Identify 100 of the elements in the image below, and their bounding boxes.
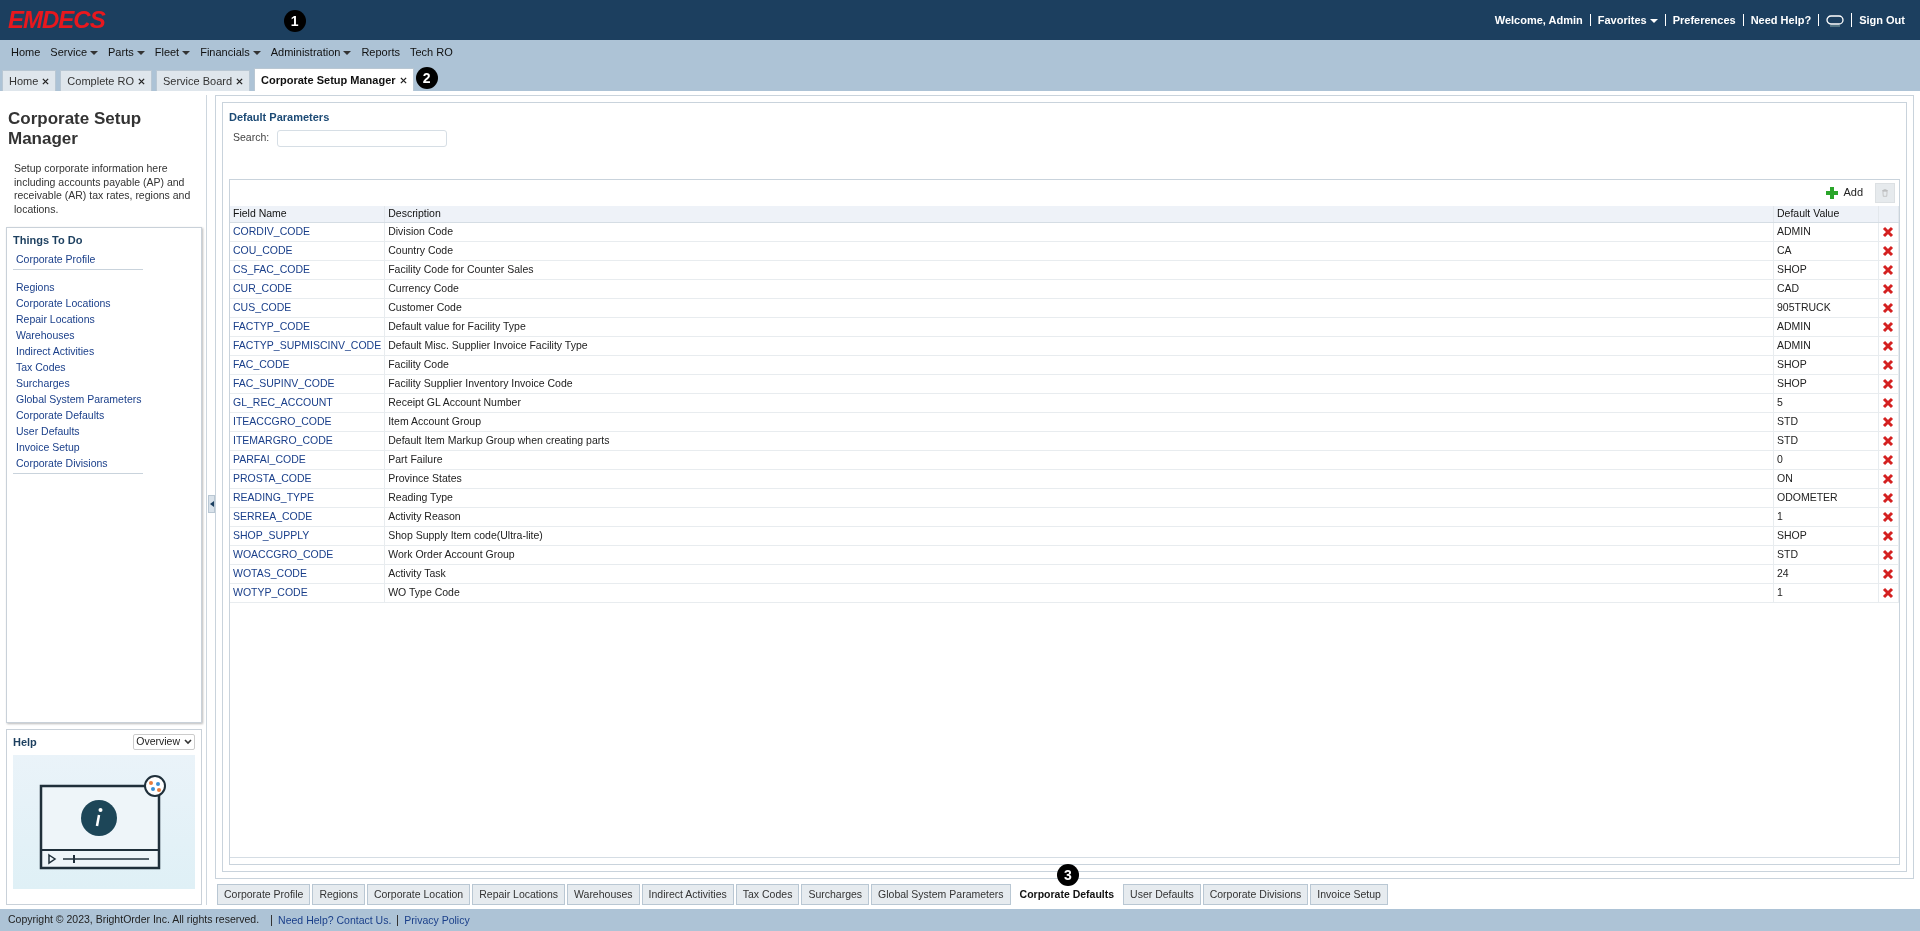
tab[interactable]: Corporate Location xyxy=(366,884,471,905)
delete-icon[interactable] xyxy=(1882,264,1894,277)
default-value-cell: STD xyxy=(1773,545,1879,565)
sidebar-link[interactable]: Surcharges xyxy=(13,374,143,391)
field-name-cell: CS_FAC_CODE xyxy=(230,260,385,280)
search-field[interactable] xyxy=(277,129,448,147)
delete-icon[interactable] xyxy=(1882,416,1894,429)
menu-item[interactable]: Reports xyxy=(356,44,405,61)
close-icon[interactable] xyxy=(399,76,407,84)
field-name-cell: FAC_SUPINV_CODE xyxy=(230,374,385,394)
tab[interactable]: Corporate Setup Manager xyxy=(254,68,414,91)
overview-select[interactable]: Overview xyxy=(133,734,195,751)
close-icon[interactable] xyxy=(138,77,145,85)
sidebar-link[interactable]: User Defaults xyxy=(13,422,143,439)
default-value-cell: STD xyxy=(1773,431,1879,451)
delete-icon[interactable] xyxy=(1882,454,1894,467)
delete-icon[interactable] xyxy=(1882,359,1894,372)
default-value-cell: CA xyxy=(1773,241,1879,261)
default-value-cell: 0 xyxy=(1773,450,1879,470)
sidebar-link[interactable]: Global System Parameters xyxy=(13,390,143,407)
header-link[interactable]: Sign Out xyxy=(1852,14,1912,26)
delete-icon[interactable] xyxy=(1882,378,1894,391)
delete-icon[interactable] xyxy=(1882,435,1894,448)
add-button[interactable]: Add xyxy=(1821,184,1867,201)
description-cell: Currency Code xyxy=(384,279,1774,299)
sidebar-link[interactable]: Corporate Profile xyxy=(13,250,143,267)
delete-icon[interactable] xyxy=(1882,321,1894,334)
tab[interactable]: Tax Codes xyxy=(735,884,800,905)
tab[interactable]: Repair Locations xyxy=(472,884,565,905)
sidebar-link[interactable]: Corporate Locations xyxy=(13,294,143,311)
delete-icon[interactable] xyxy=(1882,511,1894,524)
menu-item[interactable]: Home xyxy=(6,44,46,61)
tab[interactable]: Service Board xyxy=(156,70,251,91)
delete-icon[interactable] xyxy=(1882,492,1894,505)
header-link[interactable]: Preferences xyxy=(1665,14,1744,26)
description-text: Setup corporate information here including accounts payable (AP) and receivable (AR) tax rates, regions and locations. xyxy=(14,162,192,217)
sidebar-link[interactable]: Repair Locations xyxy=(13,310,143,327)
description-cell: Receipt GL Account Number xyxy=(384,393,1774,413)
delete-icon[interactable] xyxy=(1882,587,1894,600)
delete-icon[interactable] xyxy=(1882,302,1894,315)
delete-icon[interactable] xyxy=(1882,568,1894,581)
description-cell: Default Misc. Supplier Invoice Facility Type xyxy=(384,336,1774,356)
default-value-cell: 905TRUCK xyxy=(1773,298,1879,318)
collapse-handle[interactable] xyxy=(208,495,215,513)
field-name-cell: FAC_CODE xyxy=(230,355,385,375)
menu-item[interactable]: Tech RO xyxy=(404,44,458,61)
close-icon[interactable] xyxy=(236,77,244,85)
delete-icon[interactable] xyxy=(1882,245,1894,258)
menu-item[interactable]: Parts xyxy=(103,44,150,61)
delete-icon[interactable] xyxy=(1882,226,1894,239)
sidebar-link[interactable]: Regions xyxy=(13,278,143,295)
tab[interactable]: Regions xyxy=(312,884,365,905)
sidebar-link[interactable]: Indirect Activities xyxy=(13,342,143,359)
description-cell: Shop Supply Item code(Ultra-lite) xyxy=(384,526,1774,546)
favorites-menu[interactable]: Favorites xyxy=(1590,14,1666,26)
default-value-cell: SHOP xyxy=(1773,355,1879,375)
menu-item[interactable]: Fleet xyxy=(149,44,196,61)
header-link[interactable]: Need Help? xyxy=(1743,14,1820,26)
callout-marker: 2 xyxy=(415,67,438,89)
field-name-cell: SHOP_SUPPLY xyxy=(230,526,385,546)
description-cell: Country Code xyxy=(384,241,1774,261)
tab[interactable]: Global System Parameters xyxy=(871,884,1011,905)
sidebar-link[interactable]: Tax Codes xyxy=(13,358,143,375)
sidebar-link[interactable]: Corporate Defaults xyxy=(13,406,143,423)
default-value-cell: ODOMETER xyxy=(1773,488,1879,508)
tab[interactable]: User Defaults xyxy=(1123,884,1201,905)
delete-icon[interactable] xyxy=(1882,530,1894,543)
callout-marker: 3 xyxy=(1056,864,1079,886)
chat-icon[interactable] xyxy=(1826,14,1845,27)
default-value-cell: ON xyxy=(1773,469,1879,489)
field-name-cell: PROSTA_CODE xyxy=(230,469,385,489)
tab[interactable]: Corporate Divisions xyxy=(1202,884,1309,905)
footer-link[interactable]: Privacy Policy xyxy=(397,914,476,926)
delete-icon[interactable] xyxy=(1882,340,1894,353)
tab[interactable]: Surcharges xyxy=(801,884,870,905)
field-name-cell: WOACCGRO_CODE xyxy=(230,545,385,565)
tab[interactable]: Indirect Activities xyxy=(641,884,734,905)
default-value-cell: STD xyxy=(1773,412,1879,432)
delete-icon[interactable] xyxy=(1882,473,1894,486)
column-header: Description xyxy=(384,205,1774,223)
default-value-cell: CAD xyxy=(1773,279,1879,299)
sidebar-link[interactable]: Warehouses xyxy=(13,326,143,343)
tab[interactable]: Home xyxy=(2,70,57,91)
tab[interactable]: Warehouses xyxy=(567,884,640,905)
tab[interactable]: Corporate Profile xyxy=(217,884,311,905)
delete-icon[interactable] xyxy=(1882,283,1894,296)
close-icon[interactable] xyxy=(42,77,50,85)
delete-icon[interactable] xyxy=(1882,397,1894,410)
description-cell: Division Code xyxy=(384,222,1774,242)
menu-item[interactable]: Service xyxy=(45,44,104,61)
description-cell: Part Failure xyxy=(384,450,1774,470)
sidebar-title: Corporate Setup Manager xyxy=(8,109,143,149)
delete-icon[interactable] xyxy=(1882,549,1894,562)
tab[interactable]: Complete RO xyxy=(60,70,152,91)
tab[interactable]: Invoice Setup xyxy=(1310,884,1388,905)
description-cell: Default value for Facility Type xyxy=(384,317,1774,337)
sidebar-link[interactable]: Corporate Divisions xyxy=(13,454,143,471)
menu-item[interactable]: Financials xyxy=(195,44,266,61)
footer-link[interactable]: Need Help? Contact Us. xyxy=(271,914,398,926)
sidebar-link[interactable]: Invoice Setup xyxy=(13,438,143,455)
